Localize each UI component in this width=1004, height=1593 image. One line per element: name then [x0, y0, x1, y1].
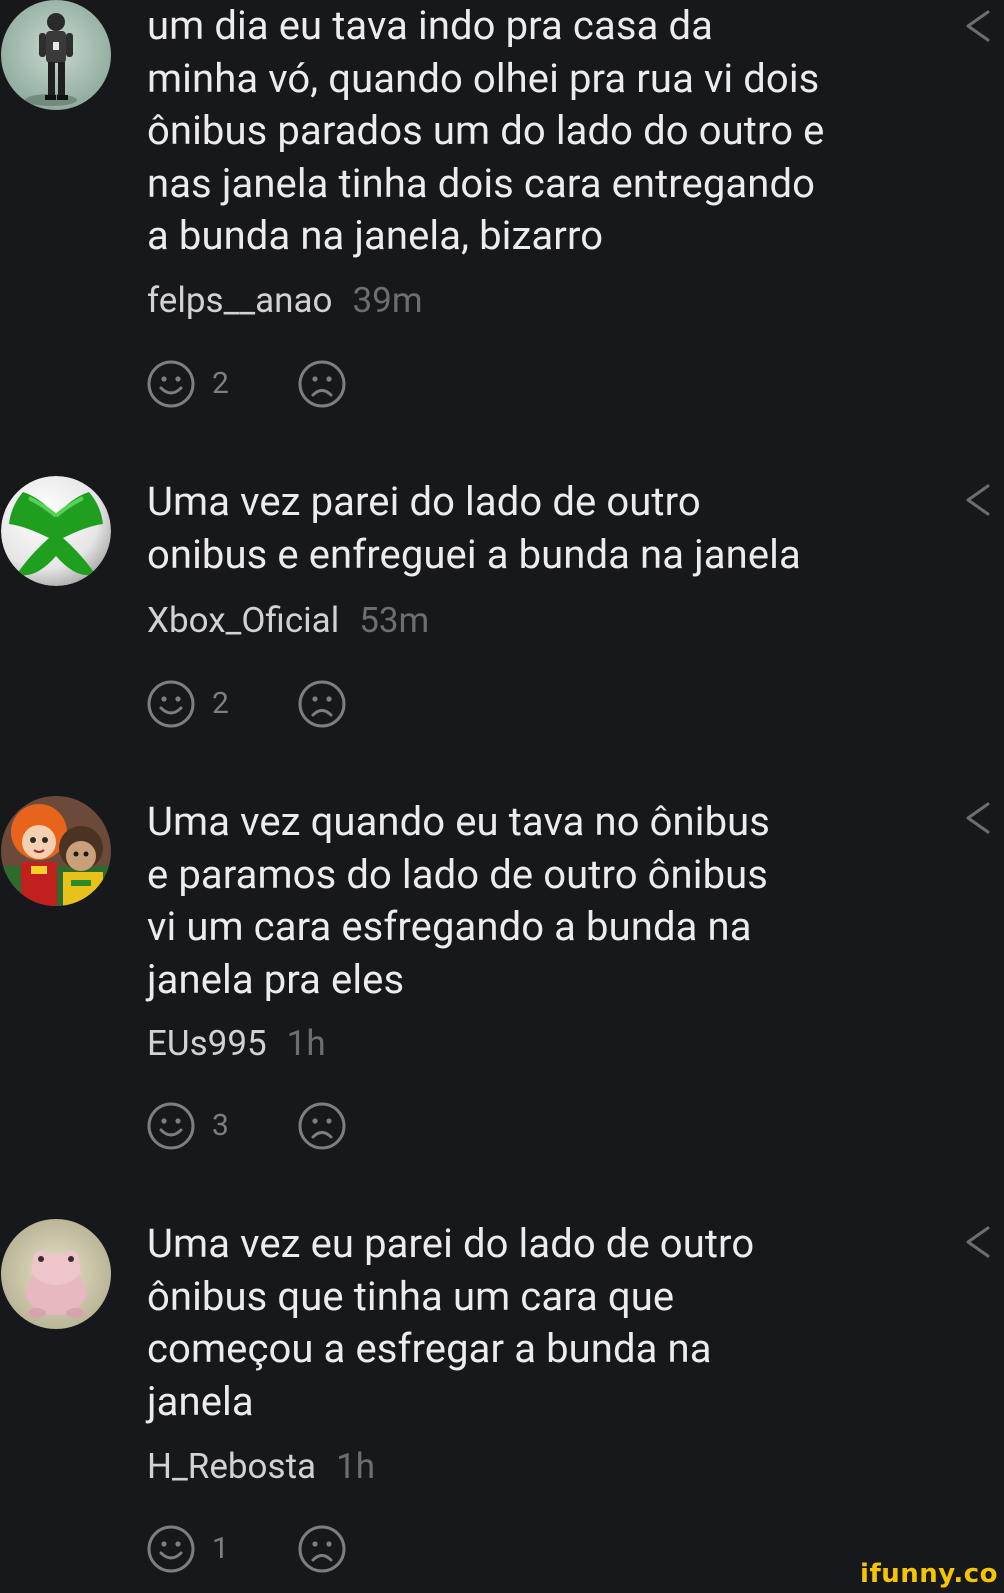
like-count: 1: [212, 1531, 229, 1566]
reply-arrow-icon[interactable]: [962, 798, 992, 838]
comment-meta: EUs995 1h: [147, 1024, 326, 1064]
user-avatar[interactable]: [1, 796, 111, 906]
comment-text: Uma vez parei do lado de outro onibus e …: [147, 478, 801, 578]
frown-icon[interactable]: [297, 1101, 347, 1151]
smile-icon[interactable]: [146, 1524, 196, 1574]
comment-meta: Xbox_Oficial 53m: [147, 601, 429, 641]
user-avatar[interactable]: [1, 0, 111, 110]
reply-arrow-icon[interactable]: [962, 480, 992, 520]
comment-text: Uma vez eu parei do lado de outro ônibus…: [147, 1220, 755, 1425]
timestamp: 1h: [336, 1446, 376, 1487]
watermark: ifunny.co: [860, 1559, 998, 1589]
comment-meta: H_Rebosta 1h: [147, 1447, 375, 1487]
username[interactable]: H_Rebosta: [147, 1446, 316, 1487]
timestamp: 53m: [359, 600, 430, 641]
comment-text: Uma vez quando eu tava no ônibus e param…: [147, 798, 771, 1003]
username[interactable]: Xbox_Oficial: [147, 600, 339, 641]
frown-icon[interactable]: [297, 1524, 347, 1574]
reply-arrow-icon[interactable]: [962, 1222, 992, 1262]
user-avatar[interactable]: [1, 1219, 111, 1329]
like-count: 2: [212, 366, 229, 401]
comment-text: um dia eu tava indo pra casa da minha vó…: [147, 2, 825, 259]
frown-icon[interactable]: [297, 359, 347, 409]
anime-characters-avatar-icon: [1, 796, 111, 906]
timestamp: 39m: [352, 280, 423, 321]
xbox-logo-avatar-icon: [1, 476, 111, 586]
like-count: 3: [212, 1108, 229, 1143]
smile-icon[interactable]: [146, 359, 196, 409]
smile-icon[interactable]: [146, 1101, 196, 1151]
timestamp: 1h: [286, 1023, 326, 1064]
reply-arrow-icon[interactable]: [962, 6, 992, 46]
person-standing-avatar-icon: [1, 0, 111, 110]
username[interactable]: felps__anao: [147, 280, 333, 321]
user-avatar[interactable]: [1, 476, 111, 586]
smile-icon[interactable]: [146, 679, 196, 729]
frown-icon[interactable]: [297, 679, 347, 729]
username[interactable]: EUs995: [147, 1023, 267, 1064]
like-count: 2: [212, 686, 229, 721]
pink-frog-avatar-icon: [1, 1219, 111, 1329]
comment-meta: felps__anao 39m: [147, 281, 423, 321]
